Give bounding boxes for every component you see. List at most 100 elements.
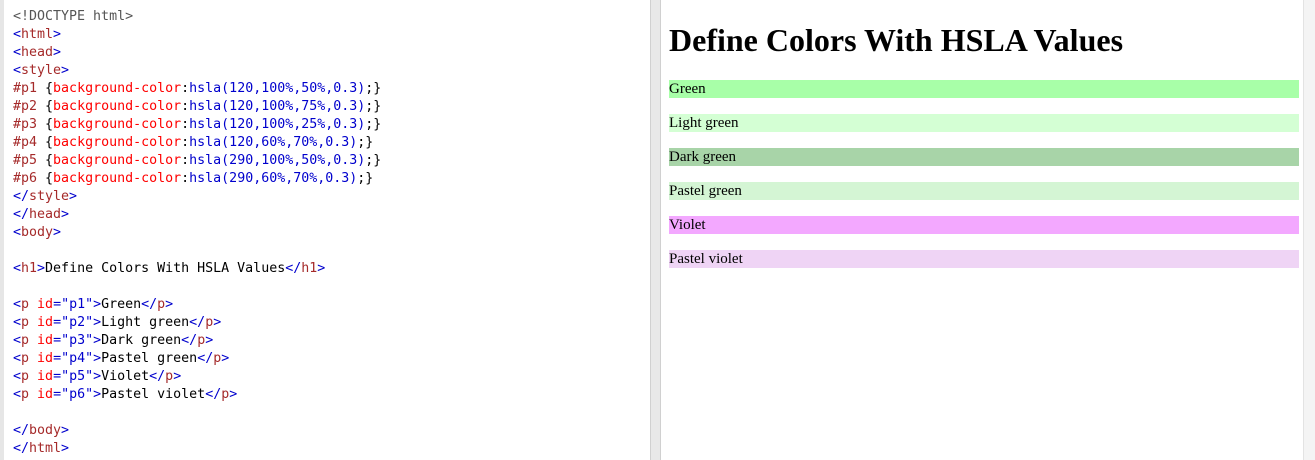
code-token-text: : bbox=[181, 153, 190, 168]
code-token-bracket: </ bbox=[13, 207, 30, 222]
code-editor[interactable]: <!DOCTYPE html> <html> <head> <style> #p1 {b… bbox=[13, 8, 381, 458]
code-token-bracket: > bbox=[61, 207, 70, 222]
code-token-text: Pastel violet bbox=[101, 387, 206, 402]
code-token-bracket: > bbox=[61, 63, 70, 78]
code-token-tag: head bbox=[29, 207, 62, 222]
code-token-prop: background-color bbox=[53, 81, 182, 96]
code-token-bracket: < bbox=[13, 27, 22, 42]
code-line: <p id="p4">Pastel green</p> bbox=[13, 350, 381, 368]
code-token-value: hsla(120,100%,25%,0.3) bbox=[189, 117, 366, 132]
code-token-text: { bbox=[45, 171, 54, 186]
code-token-text: { bbox=[45, 153, 54, 168]
code-token-prop: background-color bbox=[53, 117, 182, 132]
code-token-bracket: > bbox=[213, 315, 222, 330]
code-token-tag: p bbox=[21, 333, 30, 348]
code-token-text: : bbox=[181, 81, 190, 96]
code-token-bracket: > bbox=[221, 351, 230, 366]
code-token-text: : bbox=[181, 135, 190, 150]
code-line: </body> bbox=[13, 422, 381, 440]
code-token-tag: p bbox=[21, 387, 30, 402]
code-token-value: hsla(120,100%,50%,0.3) bbox=[189, 81, 366, 96]
code-token-bracket: > bbox=[37, 261, 46, 276]
code-token-value: hsla(290,60%,70%,0.3) bbox=[189, 171, 358, 186]
code-token-bracket: </ bbox=[13, 423, 30, 438]
code-token-bracket: < bbox=[13, 315, 22, 330]
code-line: #p2 {background-color:hsla(120,100%,75%,… bbox=[13, 98, 381, 116]
code-token-text: ;} bbox=[365, 153, 382, 168]
code-token-tag: p bbox=[21, 315, 30, 330]
result-paragraph-p4: Pastel green bbox=[669, 182, 1299, 200]
code-token-selector: #p2 bbox=[13, 99, 46, 114]
code-token-tag: p bbox=[21, 369, 30, 384]
code-line: <body> bbox=[13, 224, 381, 242]
code-token-text: { bbox=[45, 99, 54, 114]
code-token-text: : bbox=[181, 171, 190, 186]
code-token-bracket: </ bbox=[181, 333, 198, 348]
code-token-bracket: > bbox=[53, 45, 62, 60]
code-token-tag: html bbox=[21, 27, 54, 42]
code-token-tag: body bbox=[21, 225, 54, 240]
code-token-bracket: </ bbox=[149, 369, 166, 384]
code-token-selector: #p3 bbox=[13, 117, 46, 132]
code-token-text: ;} bbox=[365, 99, 382, 114]
code-line: #p3 {background-color:hsla(120,100%,25%,… bbox=[13, 116, 381, 134]
code-line: <p id="p1">Green</p> bbox=[13, 296, 381, 314]
code-token-bracket: > bbox=[93, 351, 102, 366]
code-token-text: ;} bbox=[357, 135, 374, 150]
code-token-bracket: < bbox=[13, 351, 22, 366]
code-token-prop: background-color bbox=[53, 171, 182, 186]
code-line: <p id="p5">Violet</p> bbox=[13, 368, 381, 386]
code-token-bracket: > bbox=[61, 423, 70, 438]
code-editor-pane[interactable]: <!DOCTYPE html> <html> <head> <style> #p1 {b… bbox=[4, 0, 650, 460]
code-token-text: { bbox=[45, 81, 54, 96]
code-token-bracket: </ bbox=[141, 297, 158, 312]
code-token-bracket: </ bbox=[285, 261, 302, 276]
code-token-text: Light green bbox=[101, 315, 190, 330]
code-token-attrval: ="p6" bbox=[53, 387, 94, 402]
code-token-text: Green bbox=[101, 297, 142, 312]
result-paragraph-p2: Light green bbox=[669, 114, 1299, 132]
code-token-bracket: < bbox=[13, 369, 22, 384]
code-token-bracket: </ bbox=[13, 189, 30, 204]
code-token-tag: p bbox=[205, 315, 214, 330]
code-token-attrval: ="p2" bbox=[53, 315, 94, 330]
code-token-value: hsla(290,100%,50%,0.3) bbox=[189, 153, 366, 168]
code-token-bracket: </ bbox=[189, 315, 206, 330]
code-token-bracket: > bbox=[61, 441, 70, 456]
code-token-text: { bbox=[45, 117, 54, 132]
code-token-attrval: ="p3" bbox=[53, 333, 94, 348]
pane-splitter[interactable] bbox=[650, 0, 661, 460]
code-token-selector: #p6 bbox=[13, 171, 46, 186]
code-token-text: Pastel green bbox=[101, 351, 198, 366]
code-token-text: Violet bbox=[101, 369, 150, 384]
code-token-tag: html bbox=[29, 441, 62, 456]
code-token-value: hsla(120,60%,70%,0.3) bbox=[189, 135, 358, 150]
code-token-text: Dark green bbox=[101, 333, 182, 348]
code-token-bracket: </ bbox=[197, 351, 214, 366]
code-token-tag: p bbox=[197, 333, 206, 348]
code-line: <head> bbox=[13, 44, 381, 62]
code-token-attr: id bbox=[37, 297, 54, 312]
code-token-tag: p bbox=[165, 369, 174, 384]
code-line: <p id="p3">Dark green</p> bbox=[13, 332, 381, 350]
code-token-text: ;} bbox=[365, 81, 382, 96]
code-token-bracket: < bbox=[13, 63, 22, 78]
code-line: <p id="p2">Light green</p> bbox=[13, 314, 381, 332]
result-pane: Define Colors With HSLA Values Green Lig… bbox=[661, 0, 1303, 460]
code-token-bracket: > bbox=[93, 315, 102, 330]
code-token-tag: head bbox=[21, 45, 54, 60]
code-token-prop: background-color bbox=[53, 99, 182, 114]
result-scrollbar[interactable] bbox=[1303, 0, 1315, 460]
code-token-bracket: > bbox=[317, 261, 326, 276]
code-line: #p6 {background-color:hsla(290,60%,70%,0… bbox=[13, 170, 381, 188]
code-token-prop: background-color bbox=[53, 153, 182, 168]
code-token-bracket: < bbox=[13, 225, 22, 240]
code-token-attr: id bbox=[37, 351, 54, 366]
code-line: <style> bbox=[13, 62, 381, 80]
